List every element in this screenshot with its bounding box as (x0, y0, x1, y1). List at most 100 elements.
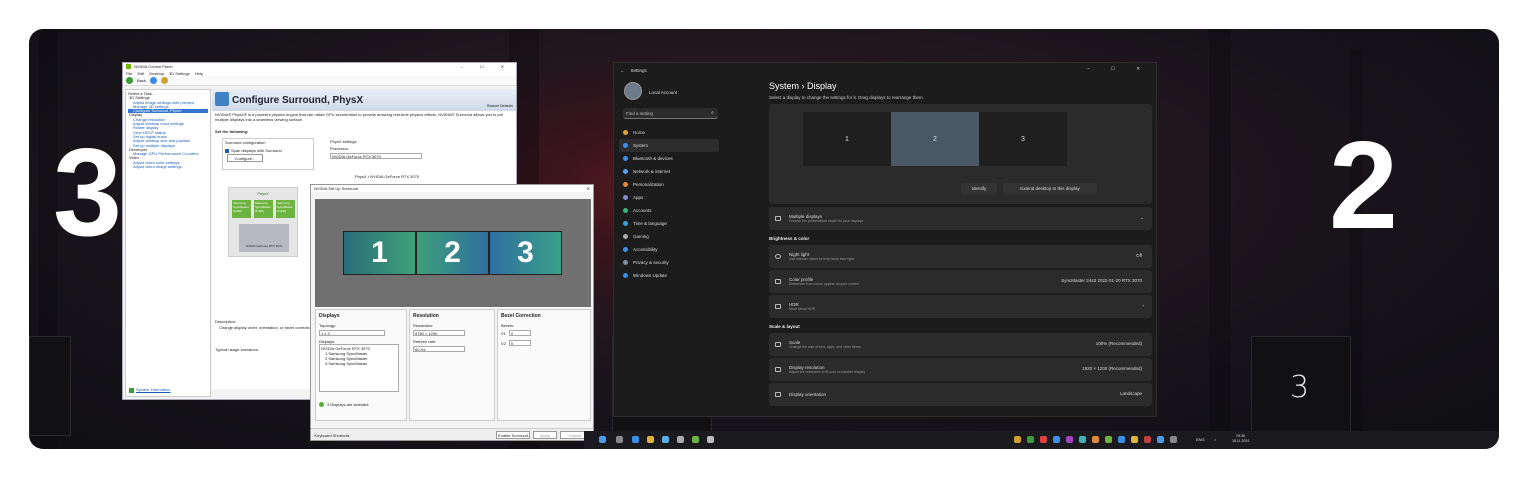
nav-label: Bluetooth & devices (633, 156, 673, 161)
nav-item-privacy[interactable]: Privacy & security (619, 256, 719, 269)
display-tile-1[interactable]: 1 (803, 112, 891, 166)
forward-icon[interactable] (149, 77, 157, 84)
tree-item[interactable]: Adjust video image settings (128, 164, 208, 169)
tray-icon[interactable] (1157, 436, 1164, 443)
close-icon[interactable]: ✕ (587, 186, 593, 191)
color-profile-card[interactable]: Color profile Determine how colors appear… (769, 270, 1152, 293)
nav-item-personalization[interactable]: Personalization (619, 178, 719, 191)
displays-title: Displays (319, 313, 340, 319)
display-checkbox-item[interactable]: 3.Samsung SyncMaster (321, 361, 397, 366)
extend-select[interactable]: Extend desktop to this display (1003, 183, 1097, 194)
tray-icon[interactable] (1118, 436, 1125, 443)
title-bar: NVIDIA Control Panel – ☐ ✕ (123, 63, 516, 70)
back-arrow-icon[interactable]: ← (620, 68, 625, 73)
orientation-card[interactable]: Display orientation Landscape (769, 383, 1152, 406)
window-controls[interactable]: – ☐ ✕ (1087, 66, 1150, 72)
topology-select[interactable]: 1 x 3 (319, 330, 385, 336)
nav-item-home[interactable]: Home (619, 126, 719, 139)
scale-select[interactable]: 100% (Recommended) (1096, 341, 1142, 346)
hdr-icon (775, 304, 781, 309)
refresh-select[interactable]: 60 Hz (413, 346, 465, 352)
processor-select[interactable]: NVIDIA GeForce RTX 3070 (330, 153, 422, 159)
tray-icon[interactable] (1079, 436, 1086, 443)
speaker-icon[interactable]: ♪ (1214, 437, 1216, 442)
nav-item-accessibility[interactable]: Accessibility (619, 243, 719, 256)
tray-icon[interactable] (1053, 436, 1060, 443)
system-information-link[interactable]: System Information (136, 388, 170, 393)
tray-icon[interactable] (1014, 436, 1021, 443)
identify-button[interactable]: Identify (961, 183, 997, 194)
display-tile-2[interactable]: 2 (891, 112, 979, 166)
tray-icon[interactable] (1027, 436, 1034, 443)
tray-icon[interactable] (1066, 436, 1073, 443)
orientation-select[interactable]: Landscape (1120, 391, 1142, 396)
tree-item[interactable]: Manage GPU Performance Counters (128, 151, 208, 156)
nav-label: Privacy & security (633, 260, 669, 265)
menu-desktop[interactable]: Desktop (149, 71, 164, 76)
resolution-card[interactable]: Display resolution Adjust the resolution … (769, 358, 1152, 381)
resolution-select[interactable]: 1920 × 1200 (Recommended) (1082, 366, 1142, 371)
night-light-card[interactable]: Night light Use warmer colors to help blo… (769, 245, 1152, 268)
edge-icon[interactable] (632, 436, 639, 443)
tray-icon[interactable] (1040, 436, 1047, 443)
configure-button[interactable]: Configure... (227, 154, 263, 162)
keyboard-shortcuts-link[interactable]: Keyboard Shortcuts (314, 431, 350, 439)
nav-item-accounts[interactable]: Accounts (619, 204, 719, 217)
explorer-icon[interactable] (647, 436, 654, 443)
preview-monitor-3[interactable]: 3 (489, 231, 562, 275)
enable-surround-button[interactable]: Enable Surround (496, 431, 530, 439)
color-profile-select[interactable]: SyncMaster 2443 2022-01-20 RTX 3070 (1061, 278, 1142, 283)
taskbar: ENG ♪ 09:36 18.11.2024 (584, 431, 1499, 449)
avatar[interactable] (624, 82, 642, 100)
back-icon[interactable] (126, 77, 133, 84)
preview-monitor-2[interactable]: 2 (416, 231, 489, 275)
app-icon[interactable] (677, 436, 684, 443)
tray-icon[interactable] (1092, 436, 1099, 443)
preview-monitor-1[interactable]: 1 (343, 231, 416, 275)
menu-3d-settings[interactable]: 3D Settings (169, 71, 190, 76)
breadcrumb: System › Display (769, 81, 837, 91)
nvidia-icon[interactable] (692, 436, 699, 443)
nav-item-network[interactable]: Network & internet (619, 165, 719, 178)
bezel-v1-field[interactable]: 0 (508, 330, 531, 336)
menu-edit[interactable]: Edit (137, 71, 144, 76)
scale-card[interactable]: Scale Change the size of text, apps, and … (769, 333, 1152, 356)
clock[interactable]: 09:36 18.11.2024 (1232, 434, 1249, 443)
tray-icon[interactable] (1131, 436, 1138, 443)
window-controls[interactable]: – ☐ ✕ (461, 64, 516, 69)
resolution-select[interactable]: 5760 × 1200 (413, 330, 465, 336)
nav-label: Accessibility (633, 247, 658, 252)
settings-icon[interactable] (707, 436, 714, 443)
start-icon[interactable] (599, 436, 606, 443)
hdr-card[interactable]: HDR More about HDR › (769, 295, 1152, 318)
span-checkbox[interactable] (225, 148, 229, 153)
search-icon[interactable]: ⌕ (711, 110, 714, 116)
nav-item-time-language[interactable]: Time & language (619, 217, 719, 230)
bezel-v2-field[interactable]: 0 (508, 340, 531, 346)
search-icon[interactable] (616, 436, 623, 443)
apply-button[interactable]: Apply (533, 431, 557, 439)
back-button[interactable]: Back (137, 78, 146, 83)
nav-item-bluetooth[interactable]: Bluetooth & devices (619, 152, 719, 165)
card-subtitle: Change the size of text, apps, and other… (789, 345, 861, 349)
tray-icon[interactable] (1170, 436, 1177, 443)
store-icon[interactable] (662, 436, 669, 443)
display-tile-3[interactable]: 3 (979, 112, 1067, 166)
nav-label: Home (633, 130, 646, 135)
search-input[interactable]: Find a setting (623, 108, 718, 119)
nav-item-apps[interactable]: Apps (619, 191, 719, 204)
nav-item-windows-update[interactable]: Windows Update (619, 269, 719, 282)
restore-defaults-link[interactable]: Restore Defaults (487, 104, 513, 108)
nav-item-system[interactable]: System (619, 139, 719, 152)
menu-file[interactable]: File (126, 71, 132, 76)
display-arrangement: 1 2 3 Identify Extend desktop to this di… (769, 104, 1152, 204)
multiple-displays-card[interactable]: Multiple displays Choose the presentation… (769, 207, 1152, 230)
nav-item-gaming[interactable]: Gaming (619, 230, 719, 243)
home-icon[interactable] (160, 77, 168, 84)
tray-icon[interactable] (1144, 436, 1151, 443)
tray-icon[interactable] (1105, 436, 1112, 443)
diagram-monitor: Samsung SyncMaster (FullD) (254, 200, 273, 218)
bezel-title: Bezel Correction (501, 313, 541, 319)
language-indicator[interactable]: ENG (1196, 437, 1205, 442)
menu-help[interactable]: Help (195, 71, 203, 76)
